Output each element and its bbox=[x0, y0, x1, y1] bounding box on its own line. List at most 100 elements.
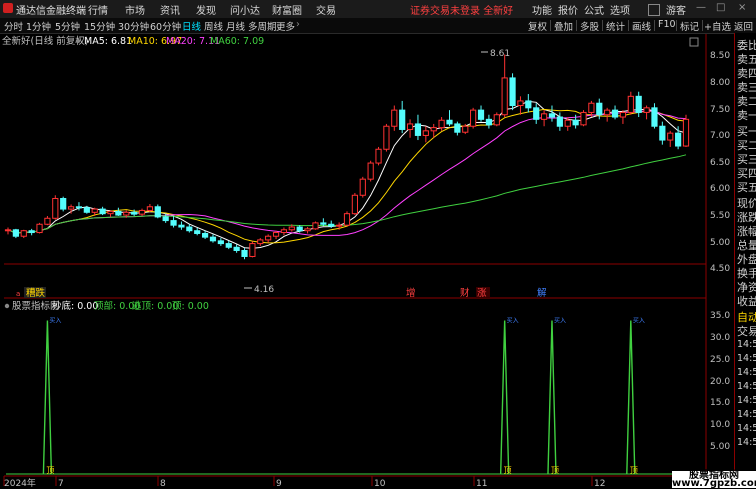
candle-up bbox=[272, 232, 280, 237]
candle-up bbox=[383, 125, 390, 150]
candle-up bbox=[44, 217, 51, 225]
minimize-icon[interactable]: — bbox=[696, 2, 706, 13]
signal-label: 买入 bbox=[49, 317, 61, 325]
period-toolbar: 分时 1分钟 5分钟 15分钟 30分钟 60分钟 日线 周线 月线 多周期 更… bbox=[0, 18, 756, 34]
time-tick: 2024年 bbox=[4, 477, 36, 489]
indicator-axis-labels: 35.00 30.00 25.00 20.00 15.00 10.00 5.00 bbox=[710, 311, 730, 452]
candle-down bbox=[477, 109, 485, 120]
multi-stock-button[interactable]: 多股 bbox=[580, 19, 599, 33]
trade-label[interactable]: 交易 bbox=[737, 323, 756, 339]
period-tab-60min[interactable]: 60分钟 bbox=[150, 19, 181, 33]
ma60-label: MA60: 7.09 bbox=[210, 36, 264, 47]
price-tick: 7.00 bbox=[710, 131, 730, 141]
candle-down bbox=[28, 230, 35, 234]
login-alert-stock: 全新好 bbox=[483, 6, 514, 17]
event-tag[interactable]: 增 bbox=[406, 287, 416, 299]
expand-icon[interactable] bbox=[689, 37, 699, 47]
f10-button[interactable]: F10 bbox=[658, 19, 676, 30]
candle-down bbox=[12, 229, 19, 237]
maximize-icon[interactable]: □ bbox=[716, 2, 725, 13]
period-tab-30min[interactable]: 30分钟 bbox=[118, 19, 149, 33]
period-tab-5min[interactable]: 5分钟 bbox=[55, 19, 80, 33]
candle-down bbox=[572, 119, 579, 126]
statistics-button[interactable]: 统计 bbox=[606, 19, 625, 33]
more-chevron-icon[interactable]: › bbox=[296, 19, 300, 30]
settings-dot-icon[interactable] bbox=[75, 38, 81, 44]
menu-options[interactable]: 选项 bbox=[610, 2, 630, 17]
settings-dot-icon[interactable] bbox=[4, 303, 10, 309]
main-chart-header: 全新好(日线 前复权) MA5: 6.81 MA10: 6.97 MA20: 7… bbox=[2, 35, 699, 47]
candle-down bbox=[399, 109, 406, 130]
indicator-value: 抄底: 0.00 bbox=[52, 300, 98, 312]
candle-down bbox=[178, 224, 185, 228]
login-alert[interactable]: 证券交易未登录 全新好 bbox=[410, 2, 513, 17]
period-tab-weekly[interactable]: 周线 bbox=[204, 19, 223, 33]
toolbar-divider bbox=[576, 20, 577, 31]
candle-up bbox=[304, 228, 311, 232]
price-tick: 5.50 bbox=[710, 211, 730, 221]
signal-spike bbox=[499, 320, 510, 475]
app-title: 通达信金融终端 bbox=[16, 6, 86, 17]
candle-up bbox=[249, 243, 256, 257]
period-tab-multi[interactable]: 多周期 bbox=[248, 19, 277, 33]
event-tag[interactable]: 糟跌 bbox=[26, 287, 46, 299]
watermark-banner: 股票指标网 www.7gpzb.com bbox=[672, 470, 756, 489]
kline-chart[interactable]: 全新好(日线 前复权) MA5: 6.81 MA10: 6.97 MA20: 7… bbox=[0, 33, 730, 489]
candle-up bbox=[438, 119, 445, 129]
signal-bottom-label: 顶 bbox=[630, 466, 638, 475]
candle-down bbox=[414, 123, 422, 136]
menu-wealth[interactable]: 财富圈 bbox=[272, 2, 302, 17]
mark-button[interactable]: 标记 bbox=[680, 19, 699, 33]
period-tab-intraday[interactable]: 分时 bbox=[4, 19, 23, 33]
toolbar-divider bbox=[602, 20, 603, 31]
candle-up bbox=[123, 211, 130, 216]
menu-ask[interactable]: 问小达 bbox=[230, 2, 260, 17]
menu-market[interactable]: 市场 bbox=[125, 2, 145, 17]
tick-time: 14:56 bbox=[737, 353, 756, 364]
period-tab-15min[interactable]: 15分钟 bbox=[84, 19, 115, 33]
menu-formula[interactable]: 公式 bbox=[584, 2, 604, 17]
candle-up bbox=[367, 162, 374, 180]
candle-down bbox=[675, 132, 682, 147]
menu-discover[interactable]: 发现 bbox=[196, 2, 216, 17]
menu-news[interactable]: 资讯 bbox=[160, 2, 180, 17]
menu-trade[interactable]: 交易 bbox=[316, 2, 336, 17]
tick-time: 14:56 bbox=[737, 367, 756, 378]
candle-up bbox=[406, 123, 414, 130]
menu-quotes[interactable]: 行情 bbox=[88, 2, 108, 17]
time-tick: 11 bbox=[476, 479, 487, 489]
menu-function[interactable]: 功能 bbox=[532, 2, 552, 17]
event-tag[interactable]: 涨 bbox=[477, 288, 487, 299]
window-icon[interactable] bbox=[648, 4, 660, 16]
candle-up bbox=[107, 210, 114, 215]
high-price-label: 8.61 bbox=[490, 49, 510, 59]
candle-up bbox=[91, 208, 98, 213]
candle-down bbox=[556, 116, 563, 127]
tick-time: 14:56 bbox=[737, 395, 756, 406]
menu-bar: 通达信金融终端 行情 市场 资讯 发现 问小达 财富圈 交易 证券交易未登录 全… bbox=[0, 0, 756, 19]
restore-rights-button[interactable]: 复权 bbox=[528, 19, 547, 33]
candle-down bbox=[548, 113, 556, 118]
candle-down bbox=[611, 109, 619, 118]
period-tab-daily[interactable]: 日线 bbox=[182, 19, 201, 33]
tick-time: 14:56 bbox=[737, 381, 756, 392]
candle-down bbox=[596, 102, 603, 116]
menu-quote-report[interactable]: 报价 bbox=[558, 2, 578, 17]
period-tab-1min[interactable]: 1分钟 bbox=[26, 19, 51, 33]
add-watchlist-button[interactable]: +自选 bbox=[704, 19, 731, 33]
candle-up bbox=[462, 125, 469, 133]
signal-bottom-label: 顶 bbox=[46, 466, 54, 475]
toolbar-divider bbox=[676, 20, 677, 31]
candle-up bbox=[312, 222, 319, 230]
candle-down bbox=[454, 123, 461, 133]
login-status[interactable]: 游客 bbox=[666, 2, 686, 17]
period-tab-more[interactable]: 更多 bbox=[276, 19, 295, 33]
event-tag[interactable]: 解 bbox=[537, 287, 547, 299]
tick-time: 14:56 bbox=[737, 423, 756, 434]
event-tag[interactable]: 财 bbox=[460, 287, 470, 299]
close-icon[interactable]: × bbox=[738, 2, 746, 13]
draw-line-button[interactable]: 画线 bbox=[632, 19, 651, 33]
back-button[interactable]: 返回 bbox=[734, 19, 753, 33]
period-tab-monthly[interactable]: 月线 bbox=[226, 19, 245, 33]
overlay-button[interactable]: 叠加 bbox=[554, 19, 573, 33]
